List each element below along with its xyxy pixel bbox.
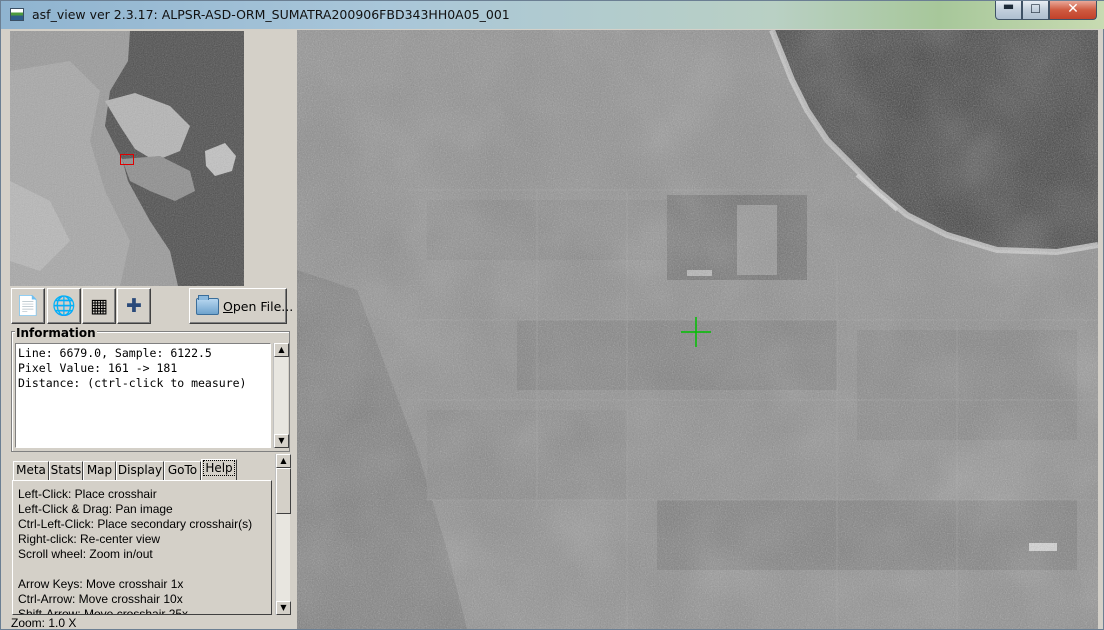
help-line: Left-Click: Place crosshair	[18, 487, 157, 501]
google-earth-button[interactable]: 🌐	[47, 288, 81, 324]
information-textbox[interactable]: Line: 6679.0, Sample: 6122.5 Pixel Value…	[15, 343, 271, 448]
overview-thumbnail[interactable]	[10, 31, 244, 286]
tab-help[interactable]: Help	[201, 459, 237, 482]
info-line-distance: Distance: (ctrl-click to measure)	[18, 376, 247, 390]
info-line-pixel-value: Pixel Value: 161 -> 181	[18, 361, 178, 375]
scroll-up-icon[interactable]: ▲	[276, 454, 291, 468]
tab-goto[interactable]: GoTo	[164, 461, 201, 481]
open-file-label: Open File...	[223, 299, 294, 314]
help-line: Right-click: Re-center view	[18, 532, 161, 546]
toolbar: 📄 🌐 ▦ ✚ Open File...	[9, 288, 293, 326]
title-bar[interactable]: asf_view ver 2.3.17: ALPSR-ASD-ORM_SUMAT…	[1, 0, 1104, 29]
maximize-icon: ☐	[1030, 2, 1041, 16]
zoom-status: Zoom: 1.0 X	[11, 616, 77, 630]
maximize-button[interactable]: ☐	[1022, 1, 1049, 20]
scroll-down-icon[interactable]: ▼	[276, 601, 291, 615]
close-button[interactable]: ✕	[1049, 1, 1097, 20]
app-window: asf_view ver 2.3.17: ALPSR-ASD-ORM_SUMAT…	[0, 0, 1104, 630]
help-content: Left-Click: Place crosshair Left-Click &…	[12, 480, 272, 615]
help-line	[14, 562, 252, 577]
help-line: Shift-Arrow: Move crosshair 25x	[18, 607, 189, 615]
scrollbar-thumb[interactable]	[276, 468, 291, 514]
left-panel: 📄 🌐 ▦ ✚ Open File... Information Line: 6…	[9, 30, 293, 617]
tab-stats[interactable]: Stats	[49, 461, 83, 481]
tab-map[interactable]: Map	[83, 461, 116, 481]
save-subset-button[interactable]: ▦	[82, 288, 116, 324]
app-icon	[10, 8, 24, 21]
layers-icon: ▦	[90, 295, 108, 317]
metadata-button[interactable]: 📄	[11, 288, 45, 324]
new-window-button[interactable]: ✚	[117, 288, 151, 324]
close-icon: ✕	[1067, 1, 1079, 17]
minimize-button[interactable]: ▬	[995, 0, 1022, 20]
plus-icon: ✚	[126, 295, 142, 317]
tab-display[interactable]: Display	[116, 461, 164, 481]
help-line: Left-Click & Drag: Pan image	[18, 502, 173, 516]
scroll-up-icon[interactable]: ▲	[274, 343, 289, 357]
information-scrollbar[interactable]: ▲ ▼	[273, 343, 289, 448]
globe-icon: 🌐	[52, 295, 76, 317]
help-line: Ctrl-Left-Click: Place secondary crossha…	[18, 517, 253, 531]
window-title: asf_view ver 2.3.17: ALPSR-ASD-ORM_SUMAT…	[32, 7, 510, 22]
information-group: Information Line: 6679.0, Sample: 6122.5…	[11, 326, 290, 452]
info-line-position: Line: 6679.0, Sample: 6122.5	[18, 346, 212, 360]
viewport-selection-box[interactable]	[120, 154, 134, 165]
image-viewport[interactable]	[297, 30, 1098, 629]
open-file-button[interactable]: Open File...	[189, 288, 293, 324]
document-icon: 📄	[16, 295, 40, 317]
help-line: Arrow Keys: Move crosshair 1x	[18, 577, 184, 591]
tab-panel: Meta Stats Map Display GoTo Help Left-Cl…	[11, 454, 291, 616]
help-line: Scroll wheel: Zoom in/out	[18, 547, 153, 561]
scroll-down-icon[interactable]: ▼	[274, 434, 289, 448]
crosshair-icon	[681, 317, 711, 347]
tab-meta[interactable]: Meta	[13, 461, 49, 481]
help-line: Ctrl-Arrow: Move crosshair 10x	[18, 592, 183, 606]
folder-icon	[196, 295, 219, 315]
help-scrollbar[interactable]: ▲ ▼	[275, 454, 291, 615]
information-title: Information	[15, 326, 97, 340]
minimize-icon: ▬	[1002, 0, 1015, 13]
